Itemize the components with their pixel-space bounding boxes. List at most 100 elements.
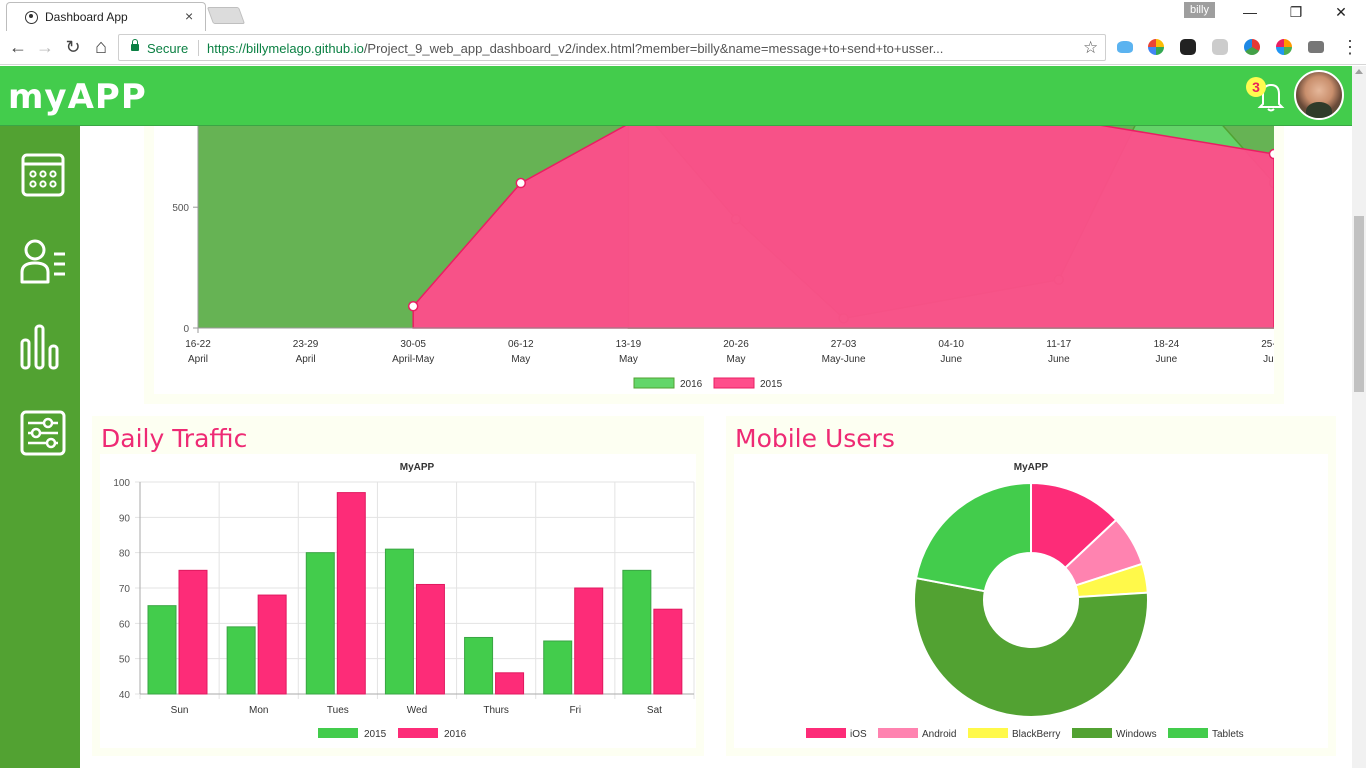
y-tick-label: 0 <box>183 324 189 335</box>
daily-traffic-panel: Daily Traffic MyAPP 40 50 60 70 80 90 100 Sun Mon… <box>92 416 704 756</box>
x-tick-sublabel: June <box>1156 354 1178 365</box>
profile-chip[interactable]: billy <box>1184 2 1215 18</box>
mobile-users-chart-area: MyAPP iOS Android BlackBerry Windows Tablets <box>734 454 1328 748</box>
x-tick-sublabel: April <box>296 354 316 365</box>
x-tick-sublabel: May <box>727 354 746 365</box>
legend-swatch-2015 <box>318 728 358 738</box>
x-tick-label: 20-26 <box>723 339 749 350</box>
y-tick-label: 40 <box>119 690 131 701</box>
bar-2015-Thurs <box>464 636 494 695</box>
legend-swatch-tablets <box>1168 728 1208 738</box>
reload-icon[interactable]: ↻ <box>63 37 83 57</box>
x-tick-sublabel: April <box>188 354 208 365</box>
back-icon[interactable]: ← <box>8 37 28 57</box>
browser-tab-active[interactable]: Dashboard App × <box>6 2 206 31</box>
browser-menu-icon[interactable]: ⋮ <box>1340 37 1360 57</box>
logo-big-text: APP <box>67 77 147 117</box>
legend-label-2016: 2016 <box>680 379 703 390</box>
daily-traffic-title: Daily Traffic <box>101 424 248 453</box>
pinwheel-extension-icon[interactable] <box>1276 39 1292 55</box>
x-tick-label: 30-05 <box>400 339 426 350</box>
scroll-thumb[interactable] <box>1354 216 1364 392</box>
x-tick-sublabel: May-June <box>822 354 866 365</box>
app-header: myAPP 3 <box>0 66 1352 126</box>
legend-label-blackberry: BlackBerry <box>1012 729 1060 740</box>
x-tick-label: Fri <box>569 705 581 716</box>
x-tick-sublabel: June <box>1263 354 1274 365</box>
x-tick-sublabel: May <box>619 354 638 365</box>
x-tick-label: 16-22 <box>185 339 211 350</box>
bar-2016-Fri <box>574 587 604 695</box>
legend-swatch-2016 <box>398 728 438 738</box>
bar-2016-Thurs <box>495 672 525 695</box>
x-tick-label: Thurs <box>483 705 509 716</box>
x-tick-label: Wed <box>407 705 427 716</box>
sidebar-item-calendar-icon[interactable] <box>18 150 68 200</box>
legend-label-2016: 2016 <box>444 729 467 740</box>
forward-icon[interactable]: → <box>35 37 55 57</box>
traffic-line-chart: 0500100016-22April23-29April30-05April-M… <box>172 126 1287 390</box>
url-text[interactable]: https://billymelago.github.io/Project_9_… <box>207 41 943 56</box>
color-wheel-extension-icon[interactable] <box>1244 39 1260 55</box>
bar-chart-title: MyAPP <box>400 462 435 473</box>
browser-toolbar: ← → ↻ ⌂ Secure https://billymelago.githu… <box>0 31 1366 65</box>
address-bar[interactable]: Secure https://billymelago.github.io/Pro… <box>118 34 1106 61</box>
legend-label-2015: 2015 <box>760 379 783 390</box>
close-window-button[interactable]: ✕ <box>1329 4 1353 24</box>
data-point-2015-0 <box>407 301 419 312</box>
bar-2015-Tues <box>305 552 335 695</box>
scroll-up-arrow-icon[interactable] <box>1355 69 1363 74</box>
page-scrollbar[interactable] <box>1352 66 1366 768</box>
mobile-users-panel: Mobile Users MyAPP iOS Android BlackBerry Wi… <box>726 416 1336 756</box>
new-tab-button[interactable] <box>206 7 246 24</box>
minimize-button[interactable]: — <box>1238 4 1262 24</box>
doughnut-title: MyAPP <box>1014 462 1049 473</box>
disabled-gear-extension-icon[interactable] <box>1212 39 1228 55</box>
bar-2016-Mon <box>257 594 287 695</box>
legend-label-2015: 2015 <box>364 729 387 740</box>
data-point-2015-3 <box>1268 148 1280 160</box>
x-tick-label: Tues <box>327 705 349 716</box>
legend-swatch-2015 <box>713 377 755 389</box>
tab-close-icon[interactable]: × <box>185 8 193 24</box>
doughnut-slice-tablets <box>914 481 1032 593</box>
y-tick-label: 500 <box>172 203 189 214</box>
legend-label-android: Android <box>922 729 956 740</box>
bar-2015-Sat <box>622 569 652 695</box>
omnibox-divider <box>198 40 199 56</box>
x-tick-label: 04-10 <box>938 339 964 350</box>
x-tick-label: 13-19 <box>616 339 642 350</box>
notification-count-badge: 3 <box>1246 77 1266 97</box>
traffic-line-panel: 0500100016-22April23-29April30-05April-M… <box>144 126 1287 404</box>
x-tick-label: Sun <box>171 705 189 716</box>
bar-2016-Tues <box>336 492 366 695</box>
x-tick-label: Sat <box>647 705 662 716</box>
mobile-users-title: Mobile Users <box>735 424 895 453</box>
sidebar-item-bar-chart-icon[interactable] <box>18 322 68 372</box>
x-tick-label: 18-24 <box>1154 339 1180 350</box>
legend-swatch-blackberry <box>968 728 1008 738</box>
restore-button[interactable]: ❐ <box>1284 4 1308 24</box>
compass-extension-icon[interactable] <box>1148 39 1164 55</box>
bar-2015-Wed <box>384 548 414 695</box>
url-host: https://billymelago.github.io <box>207 41 364 56</box>
main-content: 0500100016-22April23-29April30-05April-M… <box>80 126 1352 768</box>
sidebar-item-members-icon[interactable] <box>18 236 68 286</box>
legend-label-ios: iOS <box>850 729 867 740</box>
bar-2015-Mon <box>226 626 256 695</box>
y-tick-label: 60 <box>119 619 131 630</box>
app-logo[interactable]: myAPP <box>8 77 147 117</box>
camera-icon[interactable] <box>1308 41 1324 53</box>
user-avatar[interactable] <box>1294 70 1344 120</box>
bookmark-star-icon[interactable]: ☆ <box>1083 38 1098 58</box>
cloud-extension-icon[interactable] <box>1117 41 1133 53</box>
y-tick-label: 80 <box>119 549 131 560</box>
sidebar <box>0 126 80 768</box>
mobile-users-doughnut-chart: MyAPP iOS Android BlackBerry Windows Tablets <box>806 462 1244 740</box>
sidebar-item-settings-sliders-icon[interactable] <box>18 408 68 458</box>
gear-extension-icon[interactable] <box>1180 39 1196 55</box>
home-icon[interactable]: ⌂ <box>91 37 111 57</box>
x-tick-sublabel: May <box>511 354 530 365</box>
legend-swatch-android <box>878 728 918 738</box>
y-tick-label: 100 <box>113 478 130 489</box>
